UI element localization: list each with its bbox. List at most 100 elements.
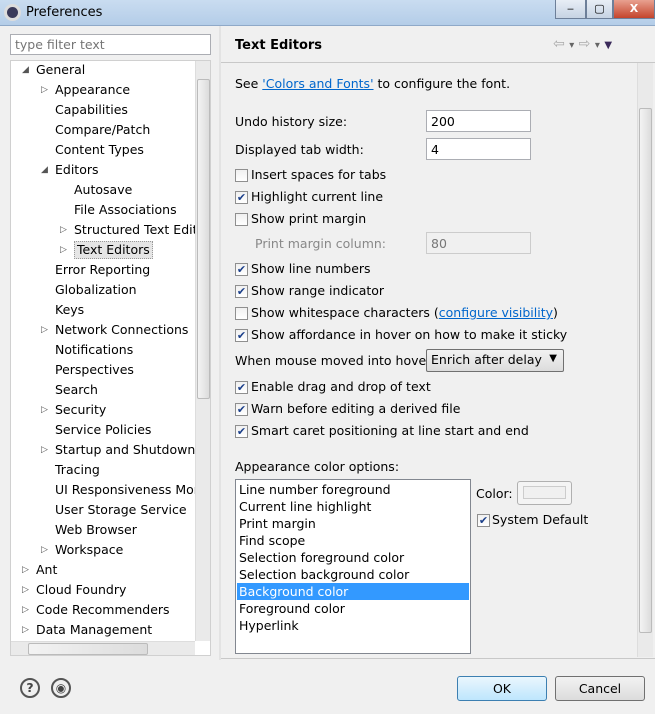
page-vertical-scrollbar[interactable] xyxy=(637,63,653,657)
tree-item[interactable]: Cloud Foundry xyxy=(36,580,126,600)
collapsed-arrow-icon[interactable]: ▷ xyxy=(41,540,48,560)
color-option-item[interactable]: Selection background color xyxy=(237,566,469,583)
color-option-item[interactable]: Foreground color xyxy=(237,600,469,617)
tree-item[interactable]: Security xyxy=(55,400,106,420)
collapsed-arrow-icon[interactable]: ▷ xyxy=(22,620,29,640)
ok-button[interactable]: OK xyxy=(457,676,547,701)
tree-item[interactable]: Editors xyxy=(55,160,99,180)
checkbox[interactable]: ✔ xyxy=(235,425,248,438)
tree-item[interactable]: Notifications xyxy=(55,340,133,360)
tree-item[interactable]: File Associations xyxy=(74,200,177,220)
color-option-item[interactable]: Line number foreground xyxy=(237,481,469,498)
tree-item[interactable]: Compare/Patch xyxy=(55,120,150,140)
hover-mode-select[interactable]: Enrich after delay ▼ xyxy=(426,349,564,372)
maximize-button[interactable]: ▢ xyxy=(586,0,613,19)
close-button[interactable]: X xyxy=(613,0,655,19)
tree-item[interactable]: Service Policies xyxy=(55,420,151,440)
system-default-checkbox[interactable]: ✔ xyxy=(477,514,490,527)
tree-horizontal-scrollbar[interactable] xyxy=(11,641,195,655)
back-arrow-icon[interactable]: ⇦ xyxy=(553,36,565,52)
view-menu-icon[interactable]: ▼ xyxy=(604,40,612,51)
tree-item[interactable]: Error Reporting xyxy=(55,260,150,280)
label-text: Show affordance in hover on how to make … xyxy=(251,327,568,342)
color-option-item[interactable]: Selection foreground color xyxy=(237,549,469,566)
color-label: Color: xyxy=(476,486,513,501)
tab-width-input[interactable] xyxy=(426,138,531,160)
collapsed-arrow-icon[interactable]: ▷ xyxy=(41,400,48,420)
configure-visibility-link[interactable]: configure visibility xyxy=(439,305,553,320)
cancel-button[interactable]: Cancel xyxy=(555,676,645,701)
import-export-icon[interactable]: ◉ xyxy=(51,678,71,698)
expanded-arrow-icon[interactable]: ◢ xyxy=(41,160,48,180)
color-option-item[interactable]: Background color xyxy=(237,583,469,600)
tree-item[interactable]: General xyxy=(36,61,85,80)
undo-history-input[interactable] xyxy=(426,110,531,132)
back-dropdown-icon[interactable]: ▾ xyxy=(569,40,574,51)
checkbox[interactable] xyxy=(235,213,248,226)
collapsed-arrow-icon[interactable]: ▷ xyxy=(60,240,67,260)
help-icon[interactable]: ? xyxy=(20,678,40,698)
tree-item[interactable]: Text Editors xyxy=(74,240,153,260)
collapsed-arrow-icon[interactable]: ▷ xyxy=(41,320,48,340)
colors-and-fonts-link[interactable]: 'Colors and Fonts' xyxy=(262,76,373,91)
title-bar: Preferences ‒ ▢ X xyxy=(0,0,655,26)
tree-item[interactable]: Tracing xyxy=(55,460,100,480)
collapsed-arrow-icon[interactable]: ▷ xyxy=(41,440,48,460)
tree-item[interactable]: Appearance xyxy=(55,80,130,100)
collapsed-arrow-icon[interactable]: ▷ xyxy=(22,580,29,600)
print-margin-column-input[interactable] xyxy=(426,232,531,254)
checkbox[interactable]: ✔ xyxy=(235,191,248,204)
color-options-list[interactable]: Line number foreground Current line highl… xyxy=(235,479,471,654)
color-picker-button[interactable] xyxy=(517,481,572,505)
tree-item-label: File Associations xyxy=(74,202,177,217)
checkbox[interactable]: ✔ xyxy=(235,329,248,342)
checkbox[interactable]: ✔ xyxy=(235,403,248,416)
scroll-thumb[interactable] xyxy=(197,79,210,399)
tree-item[interactable]: UI Responsiveness Mon xyxy=(55,480,202,500)
checkbox[interactable] xyxy=(235,307,248,320)
system-default-label: System Default xyxy=(492,512,589,527)
checkbox[interactable]: ✔ xyxy=(235,263,248,276)
pane-divider[interactable] xyxy=(219,26,221,660)
tree-item[interactable]: Data Management xyxy=(36,620,152,640)
forward-arrow-icon[interactable]: ⇨ xyxy=(579,36,591,52)
color-options-label: Appearance color options: xyxy=(235,459,400,474)
tree-item[interactable]: Workspace xyxy=(55,540,123,560)
tree-item[interactable]: Structured Text Edito xyxy=(74,220,205,240)
tree-item[interactable]: Search xyxy=(55,380,98,400)
collapsed-arrow-icon[interactable]: ▷ xyxy=(22,560,29,580)
collapsed-arrow-icon[interactable]: ▷ xyxy=(41,80,48,100)
checkbox[interactable]: ✔ xyxy=(235,285,248,298)
color-option-item[interactable]: Print margin xyxy=(237,515,469,532)
label-text: Show range indicator xyxy=(251,283,385,298)
tree-item[interactable]: Ant xyxy=(36,560,57,580)
h-scroll-thumb[interactable] xyxy=(28,643,148,655)
tree-item[interactable]: Content Types xyxy=(55,140,144,160)
checkbox[interactable] xyxy=(235,169,248,182)
color-option-item[interactable]: Hyperlink xyxy=(237,617,469,634)
tree-item[interactable]: Code Recommenders xyxy=(36,600,170,620)
checkbox[interactable]: ✔ xyxy=(235,381,248,394)
filter-input[interactable] xyxy=(10,34,211,55)
tree-item[interactable]: Capabilities xyxy=(55,100,128,120)
tree-item[interactable]: Perspectives xyxy=(55,360,134,380)
tree-vertical-scrollbar[interactable] xyxy=(195,61,210,641)
page-scroll-thumb[interactable] xyxy=(639,108,652,633)
color-option-item[interactable]: Find scope xyxy=(237,532,469,549)
minimize-button[interactable]: ‒ xyxy=(555,0,586,19)
tree-item[interactable]: Network Connections xyxy=(55,320,188,340)
collapsed-arrow-icon[interactable]: ▷ xyxy=(22,600,29,620)
color-option-item[interactable]: Current line highlight xyxy=(237,498,469,515)
hover-label: When mouse moved into hover: xyxy=(235,353,436,368)
collapsed-arrow-icon[interactable]: ▷ xyxy=(60,220,67,240)
tree-item[interactable]: Autosave xyxy=(74,180,132,200)
expanded-arrow-icon[interactable]: ◢ xyxy=(22,61,29,80)
forward-dropdown-icon[interactable]: ▾ xyxy=(595,40,600,51)
button-bar-separator xyxy=(221,658,655,659)
tree-item[interactable]: User Storage Service xyxy=(55,500,187,520)
tree-item[interactable]: Web Browser xyxy=(55,520,137,540)
tree-item[interactable]: Keys xyxy=(55,300,84,320)
tree-item[interactable]: Startup and Shutdown xyxy=(55,440,195,460)
tree-item[interactable]: Globalization xyxy=(55,280,137,300)
label-text: Enable drag and drop of text xyxy=(251,379,431,394)
